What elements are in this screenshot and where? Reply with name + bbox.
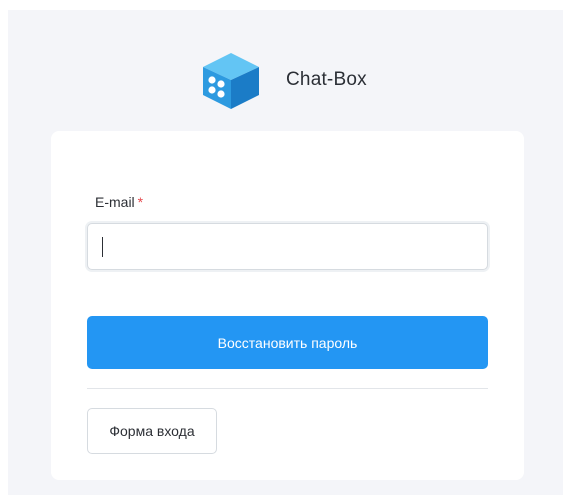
email-label: E-mail * (95, 194, 143, 210)
divider (87, 388, 488, 389)
required-marker: * (137, 194, 144, 210)
email-input[interactable] (88, 224, 487, 269)
password-recovery-card: E-mail * Восстановить пароль Форма входа (51, 131, 524, 480)
email-label-text: E-mail (95, 194, 135, 210)
email-field-wrapper (87, 223, 488, 270)
page-background: Chat-Box E-mail * Восстановить пароль Фор… (8, 10, 563, 495)
brand-name: Chat-Box (286, 69, 367, 90)
recover-password-button[interactable]: Восстановить пароль (87, 316, 488, 369)
login-form-button[interactable]: Форма входа (87, 408, 217, 454)
text-caret (102, 237, 103, 257)
brand-header: Chat-Box (198, 47, 367, 113)
cube-logo-icon (203, 53, 259, 109)
